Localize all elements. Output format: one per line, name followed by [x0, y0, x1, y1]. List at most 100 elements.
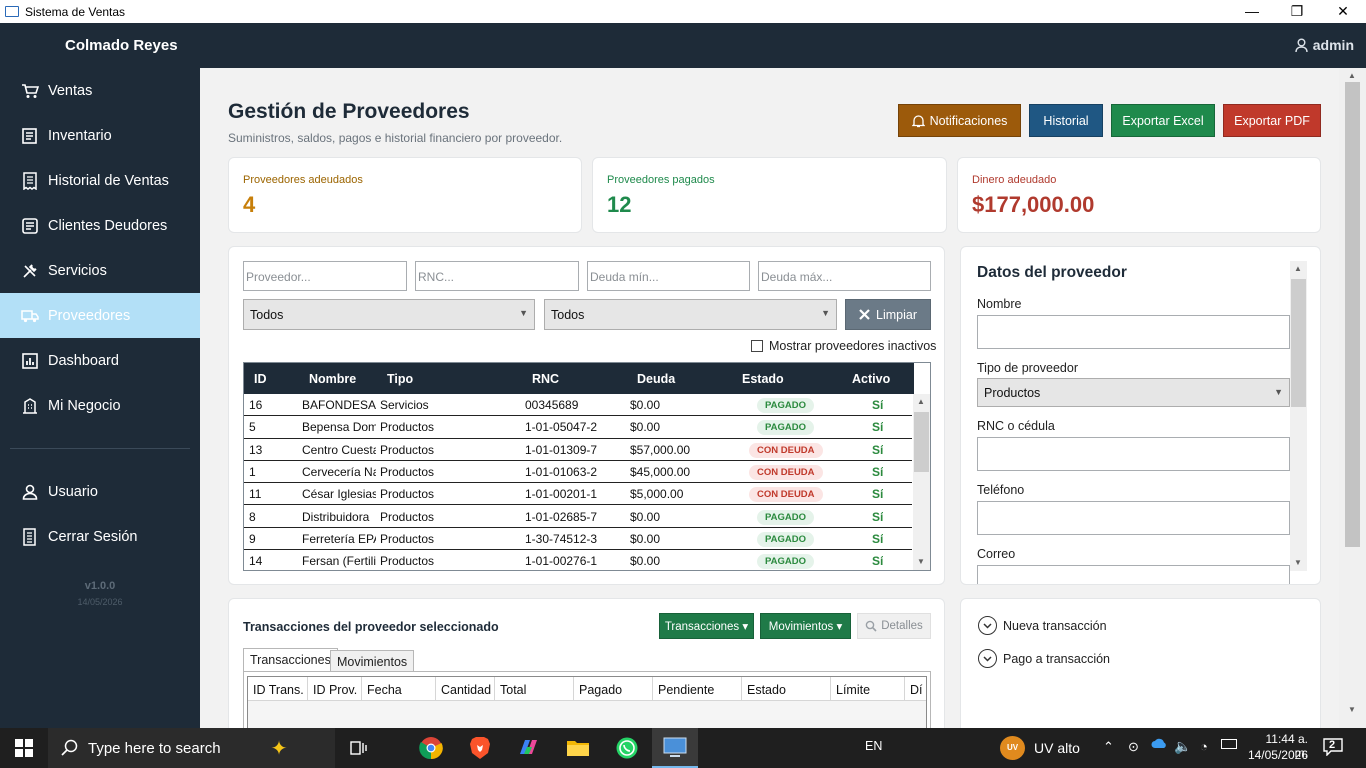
table-row[interactable]: 1 Cervecería Na Productos 1-01-01063-2 $45,0…: [244, 461, 912, 484]
rnc-filter-input[interactable]: RNC...: [415, 261, 579, 291]
scroll-thumb[interactable]: [1345, 82, 1360, 547]
minimize-button[interactable]: —: [1229, 0, 1275, 23]
col-id-prov[interactable]: ID Prov.: [308, 677, 362, 701]
onedrive-icon[interactable]: [1151, 737, 1168, 749]
scroll-thumb[interactable]: [1291, 279, 1306, 407]
sidebar-item-historial-ventas[interactable]: Historial de Ventas: [0, 158, 200, 203]
email-field[interactable]: [977, 565, 1290, 584]
notifications-button[interactable]: Notificaciones: [898, 104, 1021, 137]
location-icon[interactable]: ⊙: [1128, 739, 1139, 755]
sidebar-item-mi-negocio[interactable]: Mi Negocio: [0, 383, 200, 428]
col-activo[interactable]: Activo: [852, 372, 890, 386]
col-total[interactable]: Total: [495, 677, 574, 701]
col-id[interactable]: ID: [254, 372, 267, 386]
form-scrollbar[interactable]: ▲ ▼: [1290, 261, 1307, 571]
cell-activo: Sí: [872, 398, 884, 412]
app-header: Colmado Reyes admin: [0, 23, 1366, 68]
name-field[interactable]: [977, 315, 1290, 349]
sidebar-item-inventario[interactable]: Inventario: [0, 113, 200, 158]
scroll-up-icon[interactable]: ▲: [1290, 264, 1306, 273]
windows-start-icon[interactable]: [9, 734, 39, 762]
details-button[interactable]: Detalles: [857, 613, 931, 639]
stat-value: 4: [243, 192, 256, 217]
table-row[interactable]: 9 Ferretería EPA Productos 1-30-74512-3 $0.0…: [244, 528, 912, 551]
task-view-icon[interactable]: [344, 734, 374, 762]
phone-field[interactable]: [977, 501, 1290, 535]
table-row[interactable]: 14 Fersan (Fertiliz Productos 1-01-00276-1 $…: [244, 550, 912, 570]
col-estado[interactable]: Estado: [742, 677, 831, 701]
min-debt-input[interactable]: Deuda mín...: [587, 261, 750, 291]
col-rnc[interactable]: RNC: [532, 372, 559, 386]
col-pagado[interactable]: Pagado: [574, 677, 653, 701]
status-filter-select[interactable]: Todos ▼: [544, 299, 837, 330]
col-fecha[interactable]: Fecha: [362, 677, 436, 701]
user-menu[interactable]: admin: [1295, 37, 1354, 53]
wifi-icon[interactable]: ◔: [1200, 739, 1208, 754]
taskbar-app-ventas[interactable]: [652, 728, 698, 768]
table-row[interactable]: 16 BAFONDESA Servicios 00345689 $0.00 PAGADO S…: [244, 394, 912, 417]
scroll-down-icon[interactable]: ▼: [913, 557, 929, 566]
main-scrollbar[interactable]: ▲ ▼: [1339, 68, 1366, 728]
pay-transaction-toggle[interactable]: Pago a transacción: [978, 649, 1110, 668]
notification-center-icon[interactable]: 2: [1323, 738, 1345, 758]
taskbar-search[interactable]: Type here to search ✦: [48, 728, 335, 768]
table-row[interactable]: 13 Centro Cuesta Productos 1-01-01309-7 $57,…: [244, 439, 912, 461]
col-estado[interactable]: Estado: [742, 372, 784, 386]
col-nombre[interactable]: Nombre: [309, 372, 356, 386]
transactions-menu-button[interactable]: Transacciones ▾: [659, 613, 754, 639]
col-pendiente[interactable]: Pendiente: [653, 677, 742, 701]
col-tipo[interactable]: Tipo: [387, 372, 413, 386]
table-row[interactable]: 5 Bepensa Dom Productos 1-01-05047-2 $0.00 PA…: [244, 416, 912, 439]
export-excel-button[interactable]: Exportar Excel: [1111, 104, 1215, 137]
show-inactive-checkbox[interactable]: Mostrar proveedores inactivos: [751, 339, 936, 353]
rnc-field[interactable]: [977, 437, 1290, 471]
tab-movimientos[interactable]: Movimientos: [330, 650, 415, 672]
file-explorer-icon[interactable]: [563, 734, 593, 762]
chevron-up-icon[interactable]: ⌃: [1103, 739, 1114, 755]
col-limite[interactable]: Límite: [831, 677, 905, 701]
clock-date[interactable]: 14/05/2026: [1246, 748, 1308, 762]
col-dias[interactable]: Dí: [905, 677, 926, 701]
col-id-trans[interactable]: ID Trans.: [248, 677, 308, 701]
sidebar-item-dashboard[interactable]: Dashboard: [0, 338, 200, 383]
whatsapp-icon[interactable]: [612, 734, 642, 762]
battery-icon[interactable]: [1221, 739, 1237, 749]
sidebar-item-clientes-deudores[interactable]: Clientes Deudores: [0, 203, 200, 248]
sidebar-item-usuario[interactable]: Usuario: [0, 469, 200, 514]
table-scrollbar[interactable]: ▲ ▼: [913, 394, 930, 570]
col-cantidad[interactable]: Cantidad: [436, 677, 495, 701]
scroll-up-icon[interactable]: ▲: [1344, 71, 1360, 80]
sidebar-item-ventas[interactable]: Ventas: [0, 68, 200, 113]
new-transaction-toggle[interactable]: Nueva transacción: [978, 616, 1107, 635]
scroll-down-icon[interactable]: ▼: [1344, 705, 1360, 714]
uv-weather-icon[interactable]: UV: [1000, 736, 1025, 760]
clear-filters-button[interactable]: Limpiar: [845, 299, 931, 330]
col-deuda[interactable]: Deuda: [637, 372, 675, 386]
sidebar-item-label: Inventario: [48, 127, 112, 144]
movements-menu-button[interactable]: Movimientos ▾: [760, 613, 851, 639]
close-button[interactable]: ✕: [1320, 0, 1366, 23]
type-filter-select[interactable]: Todos ▼: [243, 299, 535, 330]
m365-icon[interactable]: [514, 734, 544, 762]
scroll-up-icon[interactable]: ▲: [913, 397, 929, 406]
chrome-icon[interactable]: [416, 734, 446, 762]
table-row[interactable]: 11 César Iglesias Productos 1-01-00201-1 $5,…: [244, 483, 912, 506]
max-debt-input[interactable]: Deuda máx...: [758, 261, 931, 291]
maximize-button[interactable]: ❐: [1274, 0, 1320, 23]
history-button[interactable]: Historial: [1029, 104, 1103, 137]
language-indicator[interactable]: EN: [865, 739, 882, 753]
sidebar-item-servicios[interactable]: Servicios: [0, 248, 200, 293]
supplier-type-select[interactable]: Productos ▼: [977, 378, 1290, 407]
table-row[interactable]: 8 Distribuidora Productos 1-01-02685-7 $0.00…: [244, 506, 912, 528]
brave-icon[interactable]: [465, 734, 495, 762]
tab-transacciones[interactable]: Transacciones: [243, 648, 338, 672]
sidebar-item-proveedores[interactable]: Proveedores: [0, 293, 200, 338]
volume-icon[interactable]: 🔈: [1174, 738, 1191, 755]
app-date: 14/05/2026: [77, 597, 123, 607]
sidebar-item-cerrar-sesion[interactable]: Cerrar Sesión: [0, 514, 200, 559]
supplier-filter-input[interactable]: Proveedor...: [243, 261, 407, 291]
export-pdf-button[interactable]: Exportar PDF: [1223, 104, 1321, 137]
weather-text[interactable]: UV alto: [1034, 740, 1080, 756]
scroll-thumb[interactable]: [914, 412, 929, 472]
scroll-down-icon[interactable]: ▼: [1290, 558, 1306, 567]
